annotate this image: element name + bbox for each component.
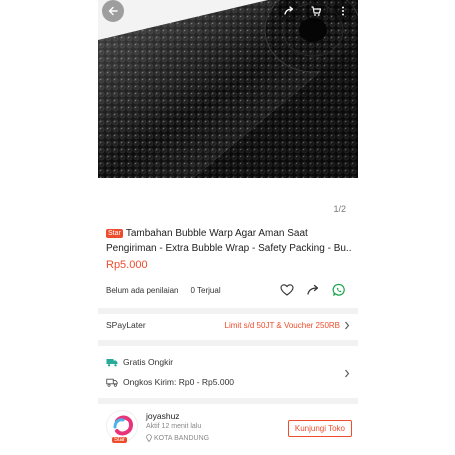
more-dots-icon: [342, 6, 344, 16]
shop-location-text: KOTA BANDUNG: [154, 434, 210, 442]
product-title-line1: Tambahan Bubble Warp Agar Aman Saat: [125, 228, 308, 239]
sold-count: 0 Terjual: [190, 286, 221, 295]
bubble-wrap-roll-image: [98, 0, 358, 178]
chevron-right-icon[interactable]: [344, 369, 350, 378]
share-icon: [284, 6, 294, 15]
section-divider: [98, 308, 358, 314]
favorite-button[interactable]: [280, 283, 294, 302]
rating-text: Belum ada penilaian: [106, 286, 179, 295]
whatsapp-button[interactable]: [332, 283, 346, 302]
heart-icon: [280, 284, 294, 296]
share-product-button[interactable]: [306, 283, 320, 302]
product-title: Star Tambahan Bubble Warp Agar Aman Saat …: [106, 226, 352, 256]
free-shipping-row: Gratis Ongkir: [106, 357, 173, 367]
product-page: 1/2 Star Tambahan Bubble Warp Agar Aman S…: [98, 0, 358, 455]
back-button[interactable]: [102, 0, 124, 22]
spaylater-row[interactable]: SPayLater Limit s/d 50JT & Voucher 250RB: [106, 320, 350, 330]
product-price: Rp5.000: [106, 259, 148, 271]
shipping-cost-row[interactable]: Ongkos Kirim: Rp0 - Rp5.000: [106, 377, 234, 387]
free-shipping-label: Gratis Ongkir: [123, 357, 174, 367]
visit-shop-button[interactable]: Kunjungi Toko: [287, 420, 352, 437]
whatsapp-icon: [332, 283, 345, 296]
shop-name[interactable]: joyashuz: [146, 411, 180, 421]
product-image[interactable]: [98, 0, 358, 178]
shop-section: Star joyashuz Aktif 12 menit lalu KOTA B…: [98, 404, 358, 455]
section-divider: [98, 340, 358, 346]
share-button[interactable]: [278, 0, 300, 22]
spaylater-promo: Limit s/d 50JT & Voucher 250RB: [225, 321, 350, 330]
shop-star-badge: Star: [112, 437, 128, 443]
spaylater-label: SPayLater: [106, 320, 146, 330]
shipping-cost-label: Ongkos Kirim: Rp0 - Rp5.000: [123, 377, 235, 387]
truck-icon: [106, 378, 118, 387]
product-title-line2: Pengiriman - Extra Bubble Wrap - Safety …: [106, 243, 352, 254]
free-shipping-truck-icon: [106, 358, 118, 366]
product-stats: Belum ada penilaian 0 Terjual: [106, 286, 221, 295]
cart-button[interactable]: [305, 0, 327, 22]
shop-location: KOTA BANDUNG: [146, 434, 209, 442]
star-badge: Star: [106, 229, 123, 238]
spaylater-promo-text: Limit s/d 50JT & Voucher 250RB: [224, 320, 340, 330]
location-pin-icon: [146, 434, 152, 442]
shop-active-status: Aktif 12 menit lalu: [146, 423, 202, 430]
image-counter: 1/2: [333, 204, 346, 214]
product-actions: [280, 283, 346, 302]
share-arrow-icon: [307, 284, 319, 295]
chevron-right-icon: [345, 321, 350, 329]
arrow-left-icon: [108, 6, 118, 16]
cart-icon: [311, 6, 322, 16]
more-button[interactable]: [332, 0, 354, 22]
